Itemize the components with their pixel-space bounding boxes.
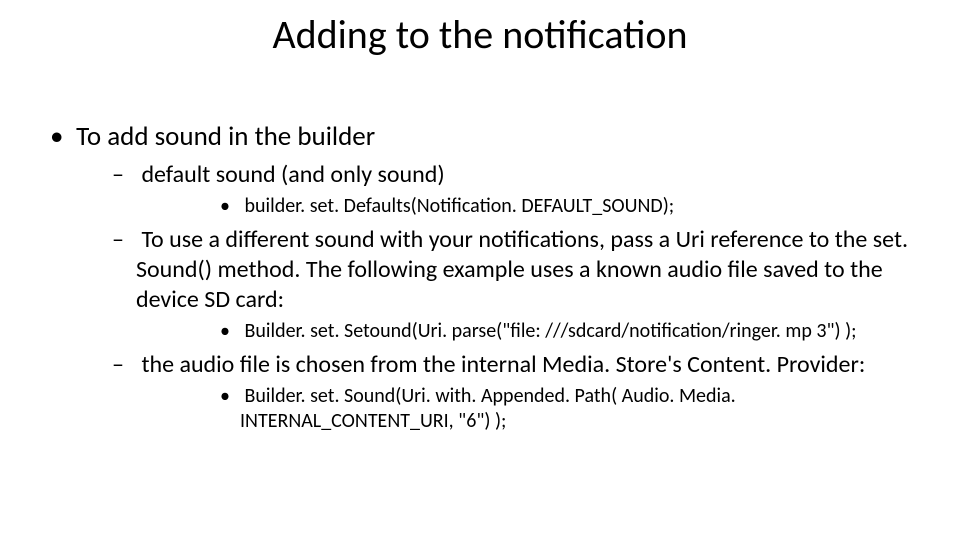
bullet-l3-text: Builder. set. Setound(Uri. parse("file: … (245, 319, 857, 343)
bullet-l3-text: builder. set. Defaults(Notification. DEF… (245, 194, 675, 218)
bullet-l1-text: To add sound in the builder (76, 120, 375, 153)
slide-title: Adding to the notification (0, 10, 960, 59)
bullet-list-level3: Builder. set. Sound(Uri. with. Appended.… (136, 384, 930, 434)
bullet-l1-add-sound: To add sound in the builder default soun… (40, 120, 930, 434)
bullet-list-level1: To add sound in the builder default soun… (40, 120, 930, 434)
bullet-l3-setdefaults-code: builder. set. Defaults(Notification. DEF… (136, 194, 930, 219)
slide: Adding to the notification To add sound … (0, 0, 960, 540)
bullet-l2-text: the audio file is chosen from the intern… (141, 350, 865, 379)
bullet-l2-text: default sound (and only sound) (141, 160, 444, 189)
bullet-l2-different-sound: To use a different sound with your notif… (70, 225, 930, 344)
bullet-list-level2: default sound (and only sound) builder. … (70, 160, 930, 434)
bullet-l3-text: Builder. set. Sound(Uri. with. Appended.… (240, 384, 736, 433)
bullet-l3-setsound-mediastore-code: Builder. set. Sound(Uri. with. Appended.… (136, 384, 930, 434)
bullet-l2-default-sound: default sound (and only sound) builder. … (70, 160, 930, 219)
bullet-l3-setsound-file-code: Builder. set. Setound(Uri. parse("file: … (136, 319, 930, 344)
slide-body: To add sound in the builder default soun… (40, 120, 930, 440)
bullet-l2-mediastore: the audio file is chosen from the intern… (70, 350, 930, 434)
bullet-list-level3: Builder. set. Setound(Uri. parse("file: … (136, 319, 930, 344)
bullet-list-level3: builder. set. Defaults(Notification. DEF… (136, 194, 930, 219)
bullet-l2-text: To use a different sound with your notif… (136, 225, 908, 314)
